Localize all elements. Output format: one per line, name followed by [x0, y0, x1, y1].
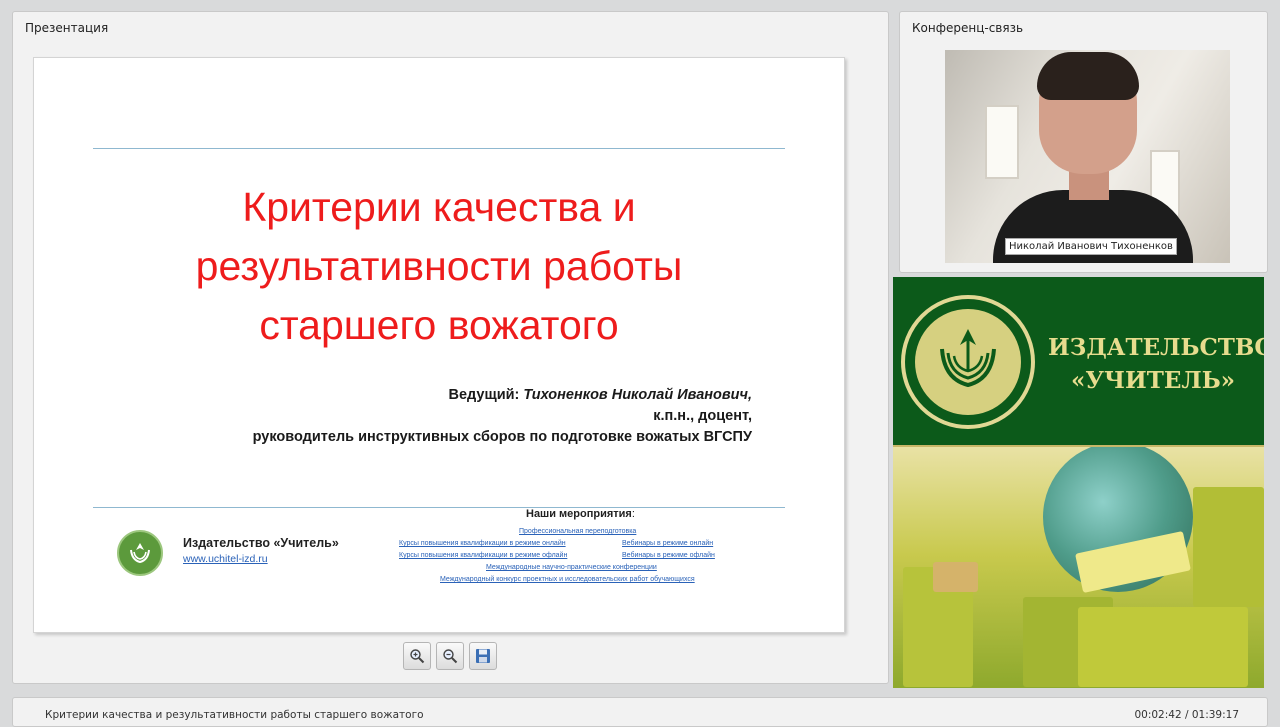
- conference-panel-title: Конференц-связь: [912, 21, 1024, 35]
- slide-title: Критерии качества и результативности раб…: [195, 184, 683, 348]
- presenter-label: Ведущий:: [448, 387, 520, 403]
- save-button[interactable]: [469, 642, 497, 670]
- event-link[interactable]: Курсы повышения квалификации в режиме он…: [399, 540, 566, 547]
- events-heading-colon: :: [631, 508, 635, 520]
- banner-logo-icon: [901, 295, 1035, 429]
- zoom-out-icon: [443, 649, 458, 664]
- zoom-in-button[interactable]: [403, 642, 431, 670]
- presentation-panel-title: Презентация: [25, 21, 109, 35]
- publisher-banner: ИЗДАТЕЛЬСТВО «УЧИТЕЛЬ»: [893, 277, 1264, 688]
- floppy-disk-icon: [476, 649, 490, 663]
- status-title: Критерии качества и результативности раб…: [45, 709, 424, 721]
- participant-hair: [1037, 52, 1139, 100]
- banner-title: ИЗДАТЕЛЬСТВО «УЧИТЕЛЬ»: [1048, 334, 1264, 394]
- presenter-info: Ведущий: Тихоненков Николай Иванович, к.…: [132, 385, 752, 448]
- event-link[interactable]: Вебинары в режиме онлайн: [622, 540, 713, 547]
- events-heading: Наши мероприятия:: [526, 508, 635, 520]
- publisher-logo-icon: [117, 530, 163, 576]
- presenter-name: Тихоненков Николай Иванович,: [523, 387, 752, 403]
- slide-bottom-rule: [93, 507, 785, 508]
- webcam-video: Николай Иванович Тихоненков: [945, 50, 1230, 263]
- playback-time: 00:02:42 / 01:39:17: [1134, 709, 1239, 721]
- presenter-role: руководитель инструктивных сборов по под…: [252, 429, 752, 445]
- publisher-url-link[interactable]: www.uchitel-izd.ru: [183, 553, 268, 565]
- events-heading-text: Наши мероприятия: [526, 508, 632, 520]
- zoom-out-button[interactable]: [436, 642, 464, 670]
- event-link[interactable]: Международный конкурс проектных и исслед…: [440, 576, 695, 583]
- presentation-panel: Презентация Критерии качества и результа…: [12, 11, 889, 684]
- participant-name-label: Николай Иванович Тихоненков: [1005, 238, 1177, 255]
- slide: Критерии качества и результативности раб…: [33, 57, 845, 633]
- event-link[interactable]: Международные научно-практические конфер…: [486, 564, 657, 571]
- book-stack: [933, 562, 978, 592]
- book-stack: [1193, 487, 1264, 607]
- event-link[interactable]: Вебинары в режиме офлайн: [622, 552, 715, 559]
- slide-top-rule: [93, 148, 785, 149]
- presenter-line: Ведущий: Тихоненков Николай Иванович,: [132, 385, 752, 406]
- presenter-degree: к.п.н., доцент,: [653, 408, 752, 424]
- conference-panel: Конференц-связь Николай Иванович Тихонен…: [899, 11, 1268, 273]
- banner-header: ИЗДАТЕЛЬСТВО «УЧИТЕЛЬ»: [893, 277, 1264, 447]
- event-link[interactable]: Профессиональная переподготовка: [519, 528, 636, 535]
- publisher-name: Издательство «Учитель»: [183, 536, 339, 550]
- background-window: [985, 105, 1019, 179]
- event-link[interactable]: Курсы повышения квалификации в режиме оф…: [399, 552, 567, 559]
- banner-books-photo: [893, 447, 1264, 688]
- book-stack: [1078, 607, 1248, 687]
- status-bar: Критерии качества и результативности раб…: [12, 697, 1268, 727]
- zoom-in-icon: [410, 649, 425, 664]
